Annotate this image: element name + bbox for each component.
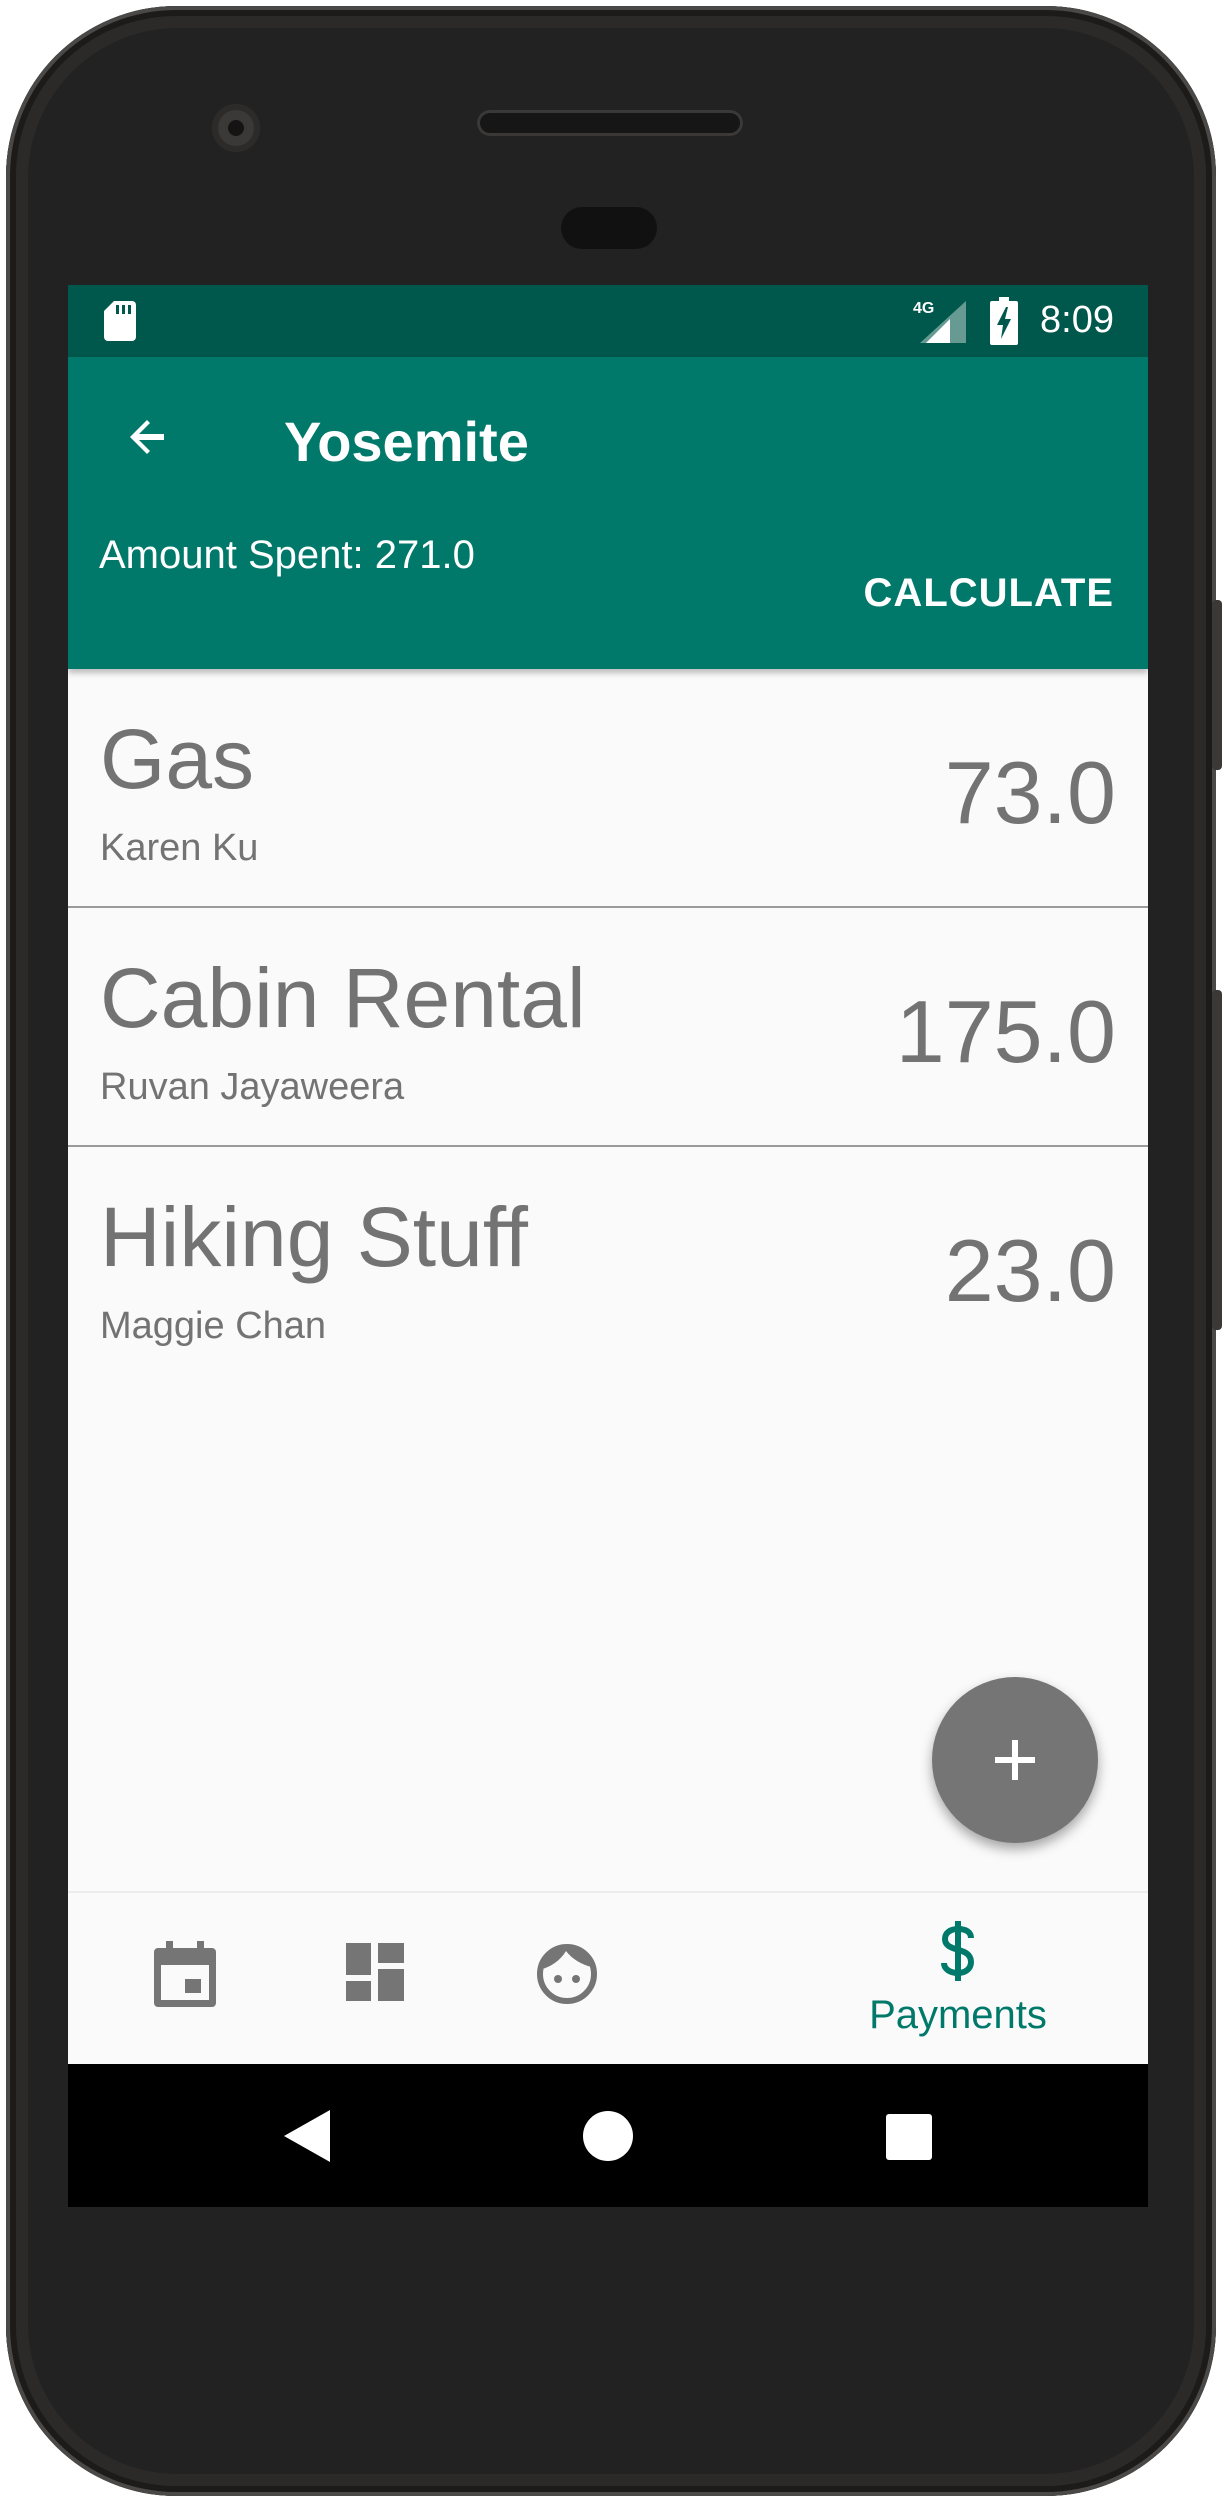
calendar-icon	[154, 1941, 216, 2007]
list-item[interactable]: Cabin Rental Ruvan Jayaweera 175.0	[68, 908, 1148, 1147]
payment-name: Cabin Rental	[100, 951, 586, 1045]
recents-square-icon[interactable]	[886, 2114, 932, 2160]
power-button	[1212, 990, 1222, 1330]
screen: 4G 8:09 Yosemite Amount Spent: 271.0 CAL…	[68, 285, 1148, 2207]
signal-icon	[920, 301, 966, 343]
payment-payer: Karen Ku	[100, 827, 259, 869]
add-payment-button[interactable]	[932, 1677, 1098, 1843]
calculate-button[interactable]: CALCULATE	[864, 571, 1114, 616]
back-triangle-icon[interactable]	[284, 2110, 330, 2162]
nav-item-people[interactable]	[508, 1893, 628, 2068]
payment-payer: Maggie Chan	[100, 1305, 327, 1347]
home-circle-icon[interactable]	[582, 2110, 634, 2162]
status-bar: 4G 8:09	[68, 285, 1148, 357]
page-title: Yosemite	[284, 410, 529, 473]
payments-list: Gas Karen Ku 73.0 Cabin Rental Ruvan Jay…	[68, 669, 1148, 1384]
dollar-icon	[941, 1921, 975, 1981]
earpiece-speaker	[477, 110, 743, 136]
plus-icon	[995, 1740, 1035, 1780]
proximity-sensor	[561, 207, 657, 249]
front-camera	[212, 104, 260, 152]
nav-item-calendar[interactable]	[128, 1893, 248, 2068]
nav-item-dashboard[interactable]	[318, 1893, 438, 2068]
battery-charging-icon	[990, 297, 1018, 345]
list-item[interactable]: Hiking Stuff Maggie Chan 23.0	[68, 1147, 1148, 1384]
payment-name: Hiking Stuff	[100, 1190, 528, 1284]
back-button[interactable]	[108, 397, 188, 477]
arrow-back-icon	[130, 420, 164, 454]
payment-amount: 23.0	[944, 1221, 1116, 1320]
list-item[interactable]: Gas Karen Ku 73.0	[68, 669, 1148, 908]
payment-amount: 175.0	[895, 982, 1116, 1081]
payment-amount: 73.0	[944, 743, 1116, 842]
app-bar: Yosemite Amount Spent: 271.0 CALCULATE	[68, 357, 1148, 669]
sd-card-icon	[104, 301, 136, 341]
payment-name: Gas	[100, 712, 255, 806]
nav-item-label: Payments	[869, 1993, 1047, 2037]
bottom-navigation: Payments	[68, 1891, 1148, 2068]
volume-button	[1212, 600, 1222, 770]
face-icon	[537, 1944, 597, 2004]
dashboard-icon	[346, 1943, 404, 2001]
clock: 8:09	[1040, 299, 1114, 341]
system-navigation-bar	[68, 2064, 1148, 2207]
nav-item-payments[interactable]: Payments	[838, 1893, 1078, 2068]
payment-payer: Ruvan Jayaweera	[100, 1066, 405, 1108]
amount-spent-label: Amount Spent: 271.0	[99, 533, 475, 577]
